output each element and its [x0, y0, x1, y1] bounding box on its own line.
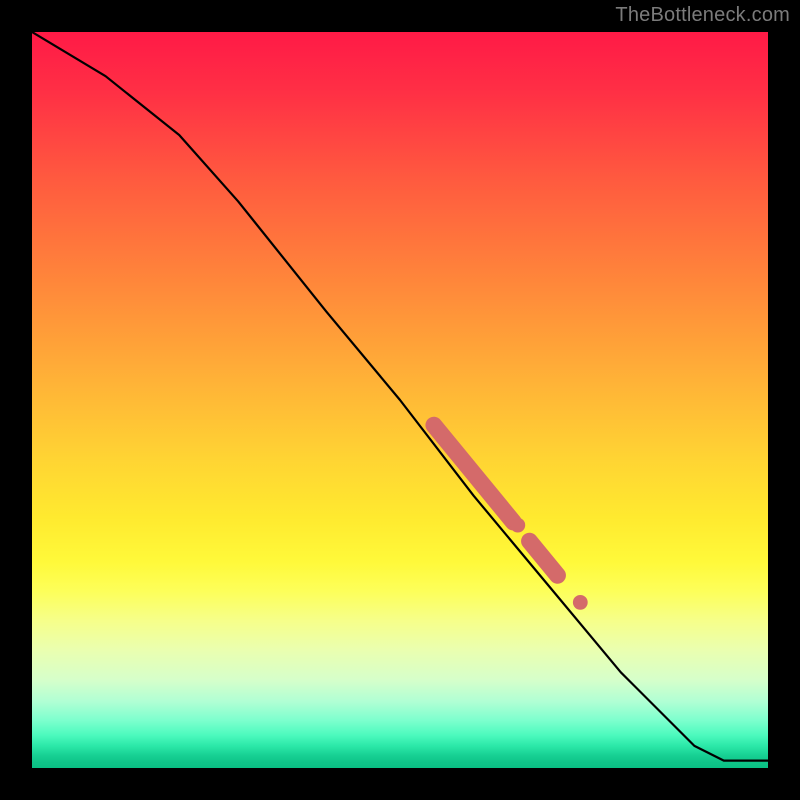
marker-dot [510, 518, 525, 533]
attribution-label: TheBottleneck.com [615, 4, 790, 27]
curve-markers [434, 425, 588, 610]
marker-dot [573, 595, 588, 610]
chart-stage: TheBottleneck.com [0, 0, 800, 800]
curve-line [32, 32, 768, 761]
plot-area [32, 32, 768, 768]
marker-pill [434, 425, 513, 522]
marker-pill [530, 541, 558, 575]
chart-svg [32, 32, 768, 768]
